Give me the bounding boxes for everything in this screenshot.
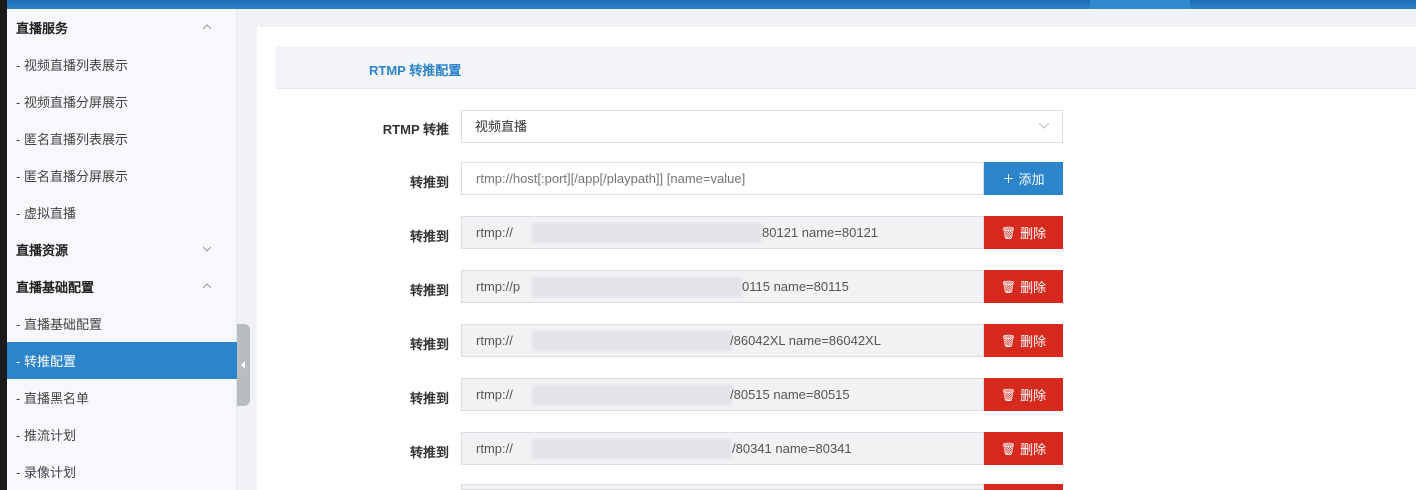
push-entry-suffix: 80121 name=80121 xyxy=(762,225,879,240)
plus-icon: ＋ xyxy=(1002,172,1015,186)
push-to-label: 转推到 xyxy=(409,229,449,244)
push-entry-suffix: /80515 name=80515 xyxy=(730,387,850,402)
push-entry-field[interactable]: rtmp:// 80121 name=80121 xyxy=(461,216,984,249)
push-entry-field[interactable]: rtmp:// /86042XL name=86042XL xyxy=(461,324,984,357)
push-to-label: 转推到 xyxy=(409,175,449,190)
redacted-region xyxy=(532,331,732,351)
push-entry-field[interactable]: rtmp://p 0115 name=80115 xyxy=(461,270,984,303)
sidebar-item-label: - 转推配置 xyxy=(16,354,76,369)
delete-button[interactable]: 🗑 删除 xyxy=(984,216,1063,249)
sidebar-item-push-config[interactable]: - 转推配置 xyxy=(7,342,237,379)
sidebar-item-virtual-live[interactable]: - 虚拟直播 xyxy=(7,194,237,231)
trash-icon: 🗑 xyxy=(1000,441,1017,456)
trash-icon: 🗑 xyxy=(1000,225,1017,240)
push-entry-field[interactable]: rtmp:// /80515 name=80515 xyxy=(461,378,984,411)
sidebar-item-label: - 视频直播分屏展示 xyxy=(16,95,128,110)
rtmp-push-selected-value: 视频直播 xyxy=(475,119,528,134)
delete-button-label: 删除 xyxy=(1020,280,1047,295)
trash-icon: 🗑 xyxy=(1000,333,1017,348)
push-entry-prefix: rtmp://p xyxy=(476,279,521,294)
top-bar xyxy=(0,0,1416,9)
sidebar-item-label: - 虚拟直播 xyxy=(16,206,76,221)
push-entry-field-partial[interactable] xyxy=(461,484,984,490)
sidebar-item-video-live-split[interactable]: - 视频直播分屏展示 xyxy=(7,83,237,120)
delete-button[interactable]: 🗑 删除 xyxy=(984,324,1063,357)
add-button[interactable]: ＋添加 xyxy=(984,162,1063,195)
chevron-up-icon xyxy=(202,283,212,289)
delete-button-partial[interactable] xyxy=(984,484,1063,490)
sidebar-item-label: - 匿名直播列表展示 xyxy=(16,132,128,147)
chevron-down-icon xyxy=(1038,122,1050,129)
push-to-label: 转推到 xyxy=(409,337,449,352)
top-bar-highlight xyxy=(1090,0,1190,9)
delete-button-label: 删除 xyxy=(1020,442,1047,457)
push-to-label: 转推到 xyxy=(409,283,449,298)
sidebar-group-live-basic-config[interactable]: 直播基础配置 xyxy=(7,268,237,305)
sidebar-item-push-plan[interactable]: - 推流计划 xyxy=(7,416,237,453)
trash-icon: 🗑 xyxy=(1000,387,1017,402)
sidebar-item-anon-live-split[interactable]: - 匿名直播分屏展示 xyxy=(7,157,237,194)
redacted-region xyxy=(532,385,732,405)
delete-button[interactable]: 🗑 删除 xyxy=(984,378,1063,411)
redacted-region xyxy=(532,439,732,459)
push-to-label: 转推到 xyxy=(409,391,449,406)
push-entry-suffix: /86042XL name=86042XL xyxy=(730,333,881,348)
rtmp-push-select[interactable]: 视频直播 xyxy=(461,110,1063,143)
sidebar-item-record-plan[interactable]: - 录像计划 xyxy=(7,453,237,490)
delete-button[interactable]: 🗑 删除 xyxy=(984,270,1063,303)
push-entry-prefix: rtmp:// xyxy=(476,333,513,348)
push-entry-prefix: rtmp:// xyxy=(476,387,513,402)
sidebar-item-label: - 推流计划 xyxy=(16,428,76,443)
push-to-label: 转推到 xyxy=(409,445,449,460)
sidebar-item-live-basic-config[interactable]: - 直播基础配置 xyxy=(7,305,237,342)
window-edge xyxy=(0,0,7,490)
redacted-region xyxy=(532,223,762,243)
push-entry-field[interactable]: rtmp:// /80341 name=80341 xyxy=(461,432,984,465)
chevron-up-icon xyxy=(202,24,212,30)
sidebar-item-label: - 匿名直播分屏展示 xyxy=(16,169,128,184)
sidebar-item-label: - 录像计划 xyxy=(16,465,76,480)
trash-icon: 🗑 xyxy=(1000,279,1017,294)
panel-header: RTMP 转推配置 xyxy=(275,46,1416,89)
delete-button-label: 删除 xyxy=(1020,226,1047,241)
sidebar: 直播服务 - 视频直播列表展示 - 视频直播分屏展示 - 匿名直播列表展示 - … xyxy=(7,9,237,490)
sidebar-item-label: 直播基础配置 xyxy=(16,280,95,295)
sidebar-item-label: 直播资源 xyxy=(16,243,69,258)
sidebar-group-live-service[interactable]: 直播服务 xyxy=(7,9,237,46)
redacted-region xyxy=(532,277,742,297)
push-entry-suffix: /80341 name=80341 xyxy=(732,441,852,456)
push-url-input[interactable] xyxy=(461,162,984,195)
rtmp-push-label: RTMP 转推 xyxy=(382,122,449,137)
collapse-arrow-icon xyxy=(241,361,245,369)
push-entry-prefix: rtmp:// xyxy=(476,225,513,240)
sidebar-item-anon-live-list[interactable]: - 匿名直播列表展示 xyxy=(7,120,237,157)
add-button-label: 添加 xyxy=(1018,172,1045,187)
delete-button-label: 删除 xyxy=(1020,334,1047,349)
sidebar-collapse-handle[interactable] xyxy=(237,324,250,406)
sidebar-group-live-resources[interactable]: 直播资源 xyxy=(7,231,237,268)
delete-button-label: 删除 xyxy=(1020,388,1047,403)
sidebar-item-video-live-list[interactable]: - 视频直播列表展示 xyxy=(7,46,237,83)
sidebar-item-live-blacklist[interactable]: - 直播黑名单 xyxy=(7,379,237,416)
panel-title: RTMP 转推配置 xyxy=(369,63,462,78)
chevron-down-icon xyxy=(202,246,212,252)
sidebar-item-label: - 视频直播列表展示 xyxy=(16,58,128,73)
sidebar-item-label: - 直播基础配置 xyxy=(16,317,102,332)
push-entry-prefix: rtmp:// xyxy=(476,441,513,456)
delete-button[interactable]: 🗑 删除 xyxy=(984,432,1063,465)
push-entry-suffix: 0115 name=80115 xyxy=(742,279,849,294)
sidebar-item-label: 直播服务 xyxy=(16,21,69,36)
main-content: RTMP 转推配置 xyxy=(257,27,1416,490)
sidebar-item-label: - 直播黑名单 xyxy=(16,391,89,406)
